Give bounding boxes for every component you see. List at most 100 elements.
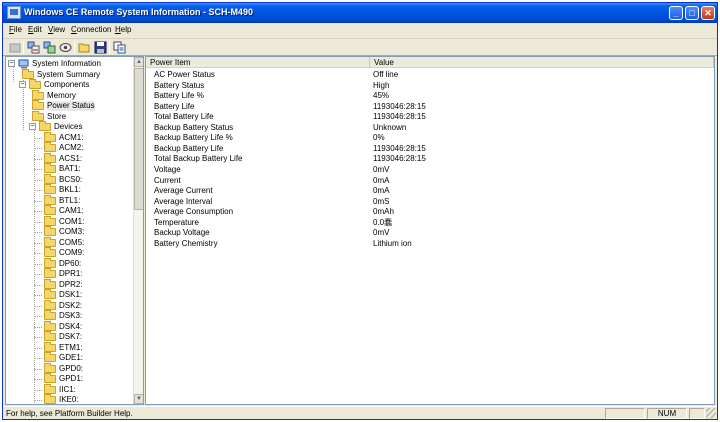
- collapse-toggle[interactable]: −: [29, 123, 36, 130]
- tree-root[interactable]: − System Information: [8, 59, 132, 69]
- column-header-power-item[interactable]: Power Item: [146, 57, 370, 68]
- tree-item-device[interactable]: ACM1:: [34, 131, 132, 143]
- tree-label: BCS0:: [59, 174, 83, 184]
- tree-item-device[interactable]: BCS0:: [34, 173, 132, 185]
- folder-icon: [44, 341, 56, 352]
- tree-item-device[interactable]: DPR2:: [34, 278, 132, 290]
- tree-item-device[interactable]: GDE1:: [34, 352, 132, 363]
- power-item-value: 0%: [373, 133, 385, 143]
- device-icon[interactable]: [42, 40, 57, 55]
- list-item[interactable]: Backup Voltage 0mV: [146, 228, 714, 239]
- tree-item-device[interactable]: GPD0:: [34, 362, 132, 374]
- tree-item-device[interactable]: DSK7:: [34, 331, 132, 342]
- network-icon[interactable]: [58, 40, 73, 55]
- tree-item-device[interactable]: DPR1:: [34, 268, 132, 279]
- tree-label: BTL1:: [59, 195, 81, 205]
- menu-edit[interactable]: Edit: [28, 25, 42, 34]
- list-item[interactable]: Battery Life 1193046:28:15: [146, 102, 714, 113]
- tree-item-devices[interactable]: − Devices: [19, 121, 132, 132]
- tree-item-power-status[interactable]: Power Status: [30, 100, 132, 111]
- tree-item-device[interactable]: ETM1:: [34, 341, 132, 353]
- list-item[interactable]: Total Battery Life 1193046:28:15: [146, 112, 714, 123]
- collapse-toggle[interactable]: −: [19, 81, 26, 88]
- tree-line: [34, 200, 42, 202]
- close-button[interactable]: ✕: [701, 6, 715, 20]
- tree-item-device[interactable]: COM1:: [34, 215, 132, 227]
- list-item[interactable]: Backup Battery Life % 0%: [146, 133, 714, 144]
- menu-view[interactable]: View: [48, 25, 65, 34]
- tree-item-system-summary[interactable]: System Summary: [20, 68, 132, 80]
- tree-item-device[interactable]: CAM1:: [34, 205, 132, 216]
- tree-item-device[interactable]: GPD1:: [34, 373, 132, 384]
- tree-item-device[interactable]: BAT1:: [34, 163, 132, 174]
- list-item[interactable]: Battery Status High: [146, 81, 714, 92]
- tree-label: Components: [44, 80, 90, 89]
- tree-line: [34, 400, 42, 401]
- tree-item-device[interactable]: COM3:: [34, 226, 132, 237]
- list-item[interactable]: Average Interval 0mS: [146, 197, 714, 208]
- scroll-down-icon[interactable]: ▼: [134, 394, 143, 404]
- details-list[interactable]: Power Item Value AC Power Status Off line…: [145, 56, 715, 405]
- scroll-thumb[interactable]: [134, 68, 143, 210]
- title-bar[interactable]: Windows CE Remote System Information - S…: [3, 3, 717, 23]
- refresh-icon[interactable]: [26, 40, 41, 55]
- list-item[interactable]: Total Backup Battery Life 1193046:28:15: [146, 154, 714, 165]
- tree-label: DSK1:: [59, 290, 83, 299]
- list-item[interactable]: Backup Battery Status Unknown: [146, 123, 714, 134]
- list-item[interactable]: Battery Life % 45%: [146, 91, 714, 102]
- save-icon[interactable]: [93, 40, 108, 55]
- folder-icon: [44, 362, 56, 373]
- tree-item-memory[interactable]: Memory: [30, 89, 132, 101]
- connect-icon[interactable]: [7, 40, 22, 55]
- tree-item-device[interactable]: DSK2:: [34, 299, 132, 311]
- list-item[interactable]: Backup Battery Life 1193046:28:15: [146, 144, 714, 155]
- power-item-value: 1193046:28:15: [373, 143, 426, 153]
- list-item[interactable]: Average Current 0mA: [146, 186, 714, 197]
- list-item[interactable]: Temperature 0.0蠢: [146, 218, 714, 229]
- tree-item-device[interactable]: ACM2:: [34, 142, 132, 153]
- resize-grip-icon[interactable]: [706, 408, 716, 418]
- scroll-up-icon[interactable]: ▲: [134, 57, 143, 67]
- power-item-name: Average Consumption: [154, 207, 234, 217]
- tree-item-components[interactable]: − Components: [9, 79, 132, 90]
- tree-item-device[interactable]: BKL1:: [34, 184, 132, 195]
- minimize-button[interactable]: _: [669, 6, 683, 20]
- list-item[interactable]: Voltage 0mV: [146, 165, 714, 176]
- list-item[interactable]: Battery Chemistry Lithium ion: [146, 239, 714, 250]
- folder-icon: [44, 394, 56, 404]
- folder-icon: [44, 142, 56, 152]
- tree-item-device[interactable]: DSK3:: [34, 310, 132, 321]
- tree-item-device[interactable]: DP60:: [34, 257, 132, 269]
- tree-label: ACS1:: [59, 153, 83, 163]
- tree-item-device[interactable]: ACS1:: [34, 152, 132, 164]
- tree-line: [34, 347, 42, 349]
- open-icon[interactable]: [77, 40, 92, 55]
- tree-line: [34, 368, 42, 370]
- tree-item-device[interactable]: DSK4:: [34, 320, 132, 332]
- tree-item-device[interactable]: IIC1:: [34, 383, 132, 395]
- tree-scrollbar[interactable]: ▲ ▼: [133, 57, 143, 404]
- folder-icon: [44, 331, 56, 341]
- menu-file[interactable]: File: [9, 25, 22, 34]
- tree-item-device[interactable]: DSK1:: [34, 289, 132, 300]
- tree-item-device[interactable]: IKE0:: [34, 394, 132, 404]
- list-item[interactable]: Current 0mA: [146, 176, 714, 187]
- power-item-value: Off line: [373, 70, 399, 79]
- tree-item-device[interactable]: COM9:: [34, 247, 132, 258]
- menu-connection[interactable]: Connection: [71, 25, 111, 34]
- tree-label: GPD0:: [59, 363, 84, 373]
- tree-item-device[interactable]: COM5:: [34, 236, 132, 248]
- tree-line: [34, 316, 42, 317]
- collapse-toggle[interactable]: −: [8, 60, 15, 67]
- copy-icon[interactable]: [112, 40, 127, 55]
- folder-icon: [44, 173, 56, 184]
- column-header-value[interactable]: Value: [370, 57, 714, 68]
- list-item[interactable]: Average Consumption 0mAh: [146, 207, 714, 218]
- menu-help[interactable]: Help: [115, 25, 131, 34]
- list-item[interactable]: AC Power Status Off line: [146, 70, 714, 81]
- tree-line: [34, 326, 42, 328]
- tree-pane[interactable]: − System Information System Summary − Co…: [5, 56, 144, 405]
- tree-item-store[interactable]: Store: [30, 110, 132, 122]
- maximize-button[interactable]: □: [685, 6, 699, 20]
- tree-item-device[interactable]: BTL1:: [34, 194, 132, 206]
